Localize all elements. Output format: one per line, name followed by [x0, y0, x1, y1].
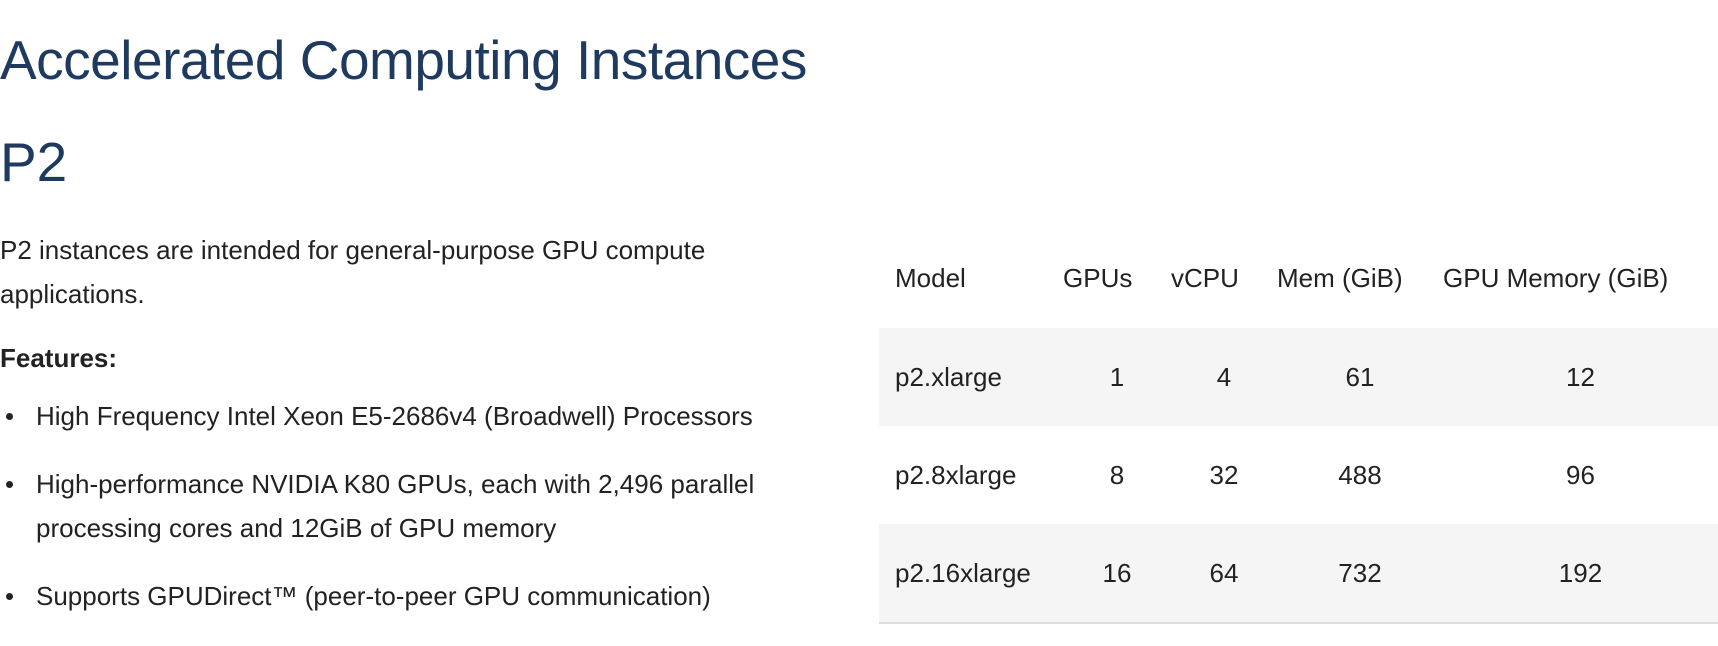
cell-gpus: 1: [1109, 361, 1125, 392]
feature-text: Supports GPUDirect™ (peer-to-peer GPU co…: [36, 581, 711, 611]
instance-spec-table: Model GPUs vCPU Mem (GiB) GPU Memory (Gi…: [879, 228, 1718, 624]
features-label: Features:: [0, 343, 118, 373]
cell-gpus: 16: [1063, 524, 1171, 624]
table-header-row: Model GPUs vCPU Mem (GiB) GPU Memory (Gi…: [879, 228, 1718, 328]
cell-gpus: 8: [1109, 459, 1125, 490]
intro-text: P2 instances are intended for general-pu…: [0, 235, 706, 309]
column-header-gpus: GPUs: [1063, 262, 1133, 293]
cell-gpu-memory: 192: [1443, 524, 1718, 624]
feature-item: High-performance NVIDIA K80 GPUs, each w…: [0, 462, 830, 550]
section-title-p2: P2: [0, 131, 68, 193]
cell-gpu-memory: 12: [1566, 361, 1595, 392]
cell-model: p2.16xlarge: [879, 524, 1063, 624]
column-header-mem: Mem (GiB): [1277, 262, 1403, 293]
feature-item: High Frequency Intel Xeon E5-2686v4 (Bro…: [0, 394, 830, 438]
page-title: Accelerated Computing Instances: [0, 29, 807, 91]
bullet-icon: [6, 413, 13, 420]
cell-mem: 488: [1338, 459, 1382, 490]
cell-mem: 732: [1277, 524, 1443, 624]
column-header-gpu-memory: GPU Memory (GiB): [1443, 262, 1669, 293]
cell-model: p2.xlarge: [895, 361, 1002, 392]
p2-description: P2 instances are intended for general-pu…: [0, 228, 830, 642]
table-row: p2.8xlarge 8 32 488 96: [879, 426, 1718, 524]
bullet-icon: [6, 593, 13, 600]
bullet-icon: [6, 481, 13, 488]
feature-item: Supports GPUDirect™ (peer-to-peer GPU co…: [0, 574, 830, 618]
cell-gpu-memory: 96: [1566, 459, 1595, 490]
cell-vcpu: 4: [1216, 361, 1232, 392]
cell-vcpu: 64: [1171, 524, 1277, 624]
feature-text: High-performance NVIDIA K80 GPUs, each w…: [36, 469, 755, 543]
feature-text: High Frequency Intel Xeon E5-2686v4 (Bro…: [36, 401, 753, 431]
column-header-vcpu: vCPU: [1171, 262, 1239, 293]
column-header-model: Model: [895, 262, 966, 293]
cell-model: p2.8xlarge: [895, 459, 1017, 490]
cell-vcpu: 32: [1209, 459, 1239, 490]
table-row: p2.16xlarge 16 64 732 192: [879, 524, 1718, 624]
feature-list: High Frequency Intel Xeon E5-2686v4 (Bro…: [0, 394, 830, 618]
table-row: p2.xlarge 1 4 61 12: [879, 328, 1718, 426]
cell-mem: 61: [1345, 361, 1375, 392]
